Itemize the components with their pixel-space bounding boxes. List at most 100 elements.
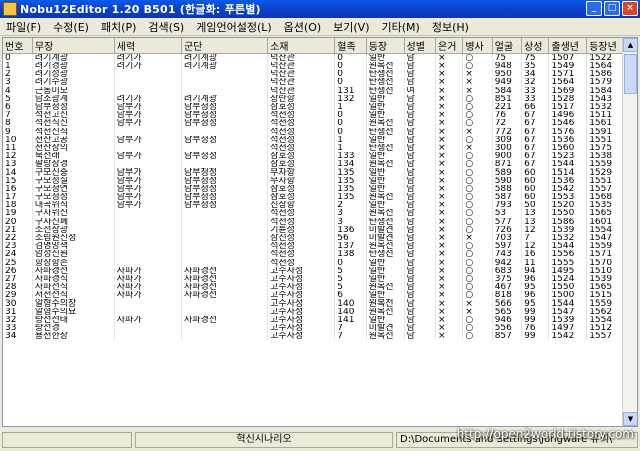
table-cell: 1561: [586, 119, 623, 128]
table-cell: 남: [404, 250, 437, 259]
table-row[interactable]: 9 석천신직 석천성 0 탄생전 남 × × 772 67 1576 1591: [3, 127, 623, 136]
table-row[interactable]: 29 저천전직 사파가 사파경전 고수사성 6 일반 남 × ○ 818 96 1500 1515: [3, 291, 623, 300]
table-cell: 99: [521, 307, 550, 316]
table-row[interactable]: 18 대곡위직 남부가 남부청정 진상항 2 일반 남 × ○ 793 50 1520 1535: [3, 201, 623, 210]
column-header[interactable]: 번호: [3, 38, 33, 54]
table-cell: 사파가: [114, 274, 182, 284]
table-cell: 1557: [586, 332, 623, 341]
menu-patch[interactable]: 패치(P): [95, 19, 142, 35]
table-cell: 29: [3, 291, 33, 300]
table-row[interactable]: 20 구자신폐 석천성 3 탄생전 남 × ○ 577 13 1586 1601: [3, 217, 623, 226]
close-icon[interactable]: ×: [622, 1, 638, 16]
table-cell: 사파경전: [181, 283, 269, 292]
table-cell: 33: [521, 86, 550, 95]
table-cell: 1551: [586, 135, 623, 144]
column-header[interactable]: 군단: [181, 38, 269, 54]
table-row[interactable]: 6 남부청정 남부가 남부청정 삼호성 1 일반 남 × ○ 221 66 1517 1532: [3, 102, 623, 112]
table-cell: 589: [492, 168, 523, 177]
column-header[interactable]: 상성: [521, 38, 550, 54]
column-header[interactable]: 출생년: [548, 38, 588, 54]
table-row[interactable]: 30 알형수의장 고수사성 140 원복전 남 × × 566 95 1544 1559: [3, 299, 623, 308]
maximize-icon[interactable]: □: [604, 1, 620, 16]
table-cell: 1522: [586, 53, 623, 62]
table-cell: 사파경전: [181, 266, 269, 275]
table-cell: 삼호성: [267, 184, 336, 193]
scroll-up-icon[interactable]: ▲: [623, 38, 637, 52]
menu-language[interactable]: 게임언어설정(L): [190, 19, 277, 35]
scroll-thumb[interactable]: [624, 54, 637, 94]
table-cell: 1538: [586, 152, 623, 161]
table-cell: 1: [3, 62, 33, 71]
table-cell: ×: [435, 291, 464, 300]
table-row[interactable]: 13 팔랑장경 삼호성 134 원복전 남 × ○ 871 67 1544 1559: [3, 160, 623, 169]
table-cell: [114, 299, 182, 308]
column-header[interactable]: 성별: [404, 38, 437, 54]
table-row[interactable]: 3 려기수광 덕산관 0 탄생전 남 × × 949 32 1564 1579: [3, 78, 623, 87]
column-header[interactable]: 무장: [32, 38, 115, 54]
table-cell: ×: [435, 283, 464, 292]
table-cell: ×: [435, 201, 464, 210]
table-row[interactable]: 34 용천한장 고수사성 7 원복전 남 × ○ 857 99 1542 1557: [3, 332, 623, 341]
table-row[interactable]: 7 석천고신 남부가 남부청정 석천성 0 일반 남 × ○ 76 67 1496 1511: [3, 111, 623, 120]
table-cell: 1565: [586, 283, 623, 292]
table-cell: ×: [435, 78, 464, 87]
table-cell: ○: [462, 242, 493, 251]
table-cell: 1: [334, 143, 367, 153]
table-cell: 원복전: [366, 307, 405, 316]
menu-options[interactable]: 옵션(O): [278, 19, 327, 35]
table-row[interactable]: 17 구모청정 남부가 남부청정 삼호성 135 원복전 남 × ○ 587 60 1553 1568: [3, 193, 623, 202]
table-row[interactable]: 23 검명망책 석천성 137 원복전 남 × ○ 597 12 1544 1559: [3, 242, 623, 251]
table-row[interactable]: 4 근동미모 덕산관 131 탄생전 여 × × 584 33 1569 1584: [3, 86, 623, 95]
table-cell: 1539: [586, 274, 623, 284]
table-row[interactable]: 15 구모정실 남부가 남부청정 무자항 135 일반 남 × ○ 590 60 1536 1551: [3, 176, 623, 185]
table-row[interactable]: 8 석천직신 남부가 남부청정 석천성 0 원복전 남 × ○ 72 67 1546 1561: [3, 119, 623, 128]
table-row[interactable]: 0 려기계광 려기가 려기계광 덕산관 0 일반 남 × ○ 75 75 1507 1522: [3, 53, 623, 62]
table-row[interactable]: 24 암성신원 석천성 138 탄생전 남 × ○ 743 16 1556 1571: [3, 250, 623, 259]
vertical-scrollbar[interactable]: ▲ ▼: [622, 38, 637, 426]
table-row[interactable]: 28 사파전직 사파가 사파경전 고수사성 5 원복전 남 × ○ 467 95 1550 1565: [3, 283, 623, 292]
scroll-down-icon[interactable]: ▼: [623, 412, 637, 426]
table-row[interactable]: 26 사파경전 사파가 사파경전 고수사성 5 일반 남 × ○ 683 94 1495 1510: [3, 266, 623, 275]
officer-grid[interactable]: 번호 무장 세력 군단 소재 혈족 등장 성별 은거 병사 얼굴 상성 출생년 등장년 0 려기계광 려기가 려…: [2, 37, 638, 427]
table-row[interactable]: 12 북전래 남부가 남부청정 삼호성 133 일반 남 × ○ 900 67 1523 1538: [3, 152, 623, 161]
menu-search[interactable]: 검색(S): [142, 19, 190, 35]
column-header[interactable]: 세력: [114, 38, 182, 54]
table-cell: ×: [435, 152, 464, 161]
table-row[interactable]: 33 량전경 고수사성 7 미발견 남 × ○ 556 76 1497 1512: [3, 324, 623, 333]
table-row[interactable]: 19 구자위신 석천성 3 원복전 남 × ○ 53 13 1550 1565: [3, 209, 623, 218]
column-header[interactable]: 등장: [366, 38, 405, 54]
table-row[interactable]: 31 알형수의묘 고수사성 140 원복전 남 × × 565 99 1547 1562: [3, 307, 623, 316]
table-row[interactable]: 32 량전전태 사파가 사파경전 고수사성 141 일반 남 × ○ 946 99 1539 1554: [3, 315, 623, 324]
table-cell: 남: [404, 242, 437, 251]
table-row[interactable]: 14 구모신중 남부가 남부청정 무자항 135 일반 남 × ○ 589 60 1514 1529: [3, 168, 623, 177]
table-row[interactable]: 2 려기성광 덕산관 0 탄생전 남 × × 950 34 1571 1586: [3, 70, 623, 79]
column-header[interactable]: 등장년: [586, 38, 623, 54]
table-cell: 1529: [586, 168, 623, 177]
table-cell: 려기가: [114, 53, 182, 62]
menu-edit[interactable]: 수정(E): [47, 19, 95, 35]
minimize-icon[interactable]: _: [586, 1, 602, 16]
table-row[interactable]: 1 려기경광 려기가 려기계광 덕산관 0 원복전 남 × ○ 948 35 1549 1564: [3, 62, 623, 71]
column-header[interactable]: 병사: [462, 38, 493, 54]
table-row[interactable]: 21 소전상광 기륜성 136 미발견 남 × ○ 726 12 1539 1554: [3, 225, 623, 234]
table-row[interactable]: 11 천산장의 석천성 1 탄생전 남 × × 300 67 1560 1575: [3, 143, 623, 153]
table-row[interactable]: 16 구모청연 남부가 남부청정 삼호성 135 일반 남 × ○ 588 60 1542 1557: [3, 184, 623, 193]
column-header[interactable]: 혈족: [334, 38, 367, 54]
column-header[interactable]: 소재: [267, 38, 336, 54]
column-header[interactable]: 은거: [435, 38, 464, 54]
table-row[interactable]: 22 소림원신정 삼진성 56 미발견 남 × × 703 7 1532 1547: [3, 233, 623, 243]
table-row[interactable]: 25 항장항손 석천성 0 일반 남 × ○ 942 11 1555 1570: [3, 258, 623, 267]
table-cell: 삼호성: [267, 160, 336, 169]
menu-view[interactable]: 보기(V): [327, 19, 375, 35]
table-cell: ○: [462, 53, 493, 62]
table-row[interactable]: 10 천산고공 남부가 남부청정 석천성 1 일반 남 × ○ 309 67 1536 1551: [3, 135, 623, 144]
column-header[interactable]: 얼굴: [492, 38, 523, 54]
table-cell: 16: [521, 250, 550, 259]
menu-misc[interactable]: 기타(M): [376, 19, 426, 35]
table-cell: 95: [521, 299, 550, 308]
table-row[interactable]: 5 남조광계 려기가 려기계광 상란항 132 일반 남 × ○ 851 33 1528 1543: [3, 94, 623, 103]
table-cell: 석천성: [267, 119, 336, 128]
table-row[interactable]: 27 사파경직 사파가 사파경전 고수사성 5 일반 남 × ○ 375 96 1524 1539: [3, 274, 623, 284]
menu-file[interactable]: 파일(F): [0, 19, 47, 35]
menu-info[interactable]: 정보(H): [426, 19, 475, 35]
